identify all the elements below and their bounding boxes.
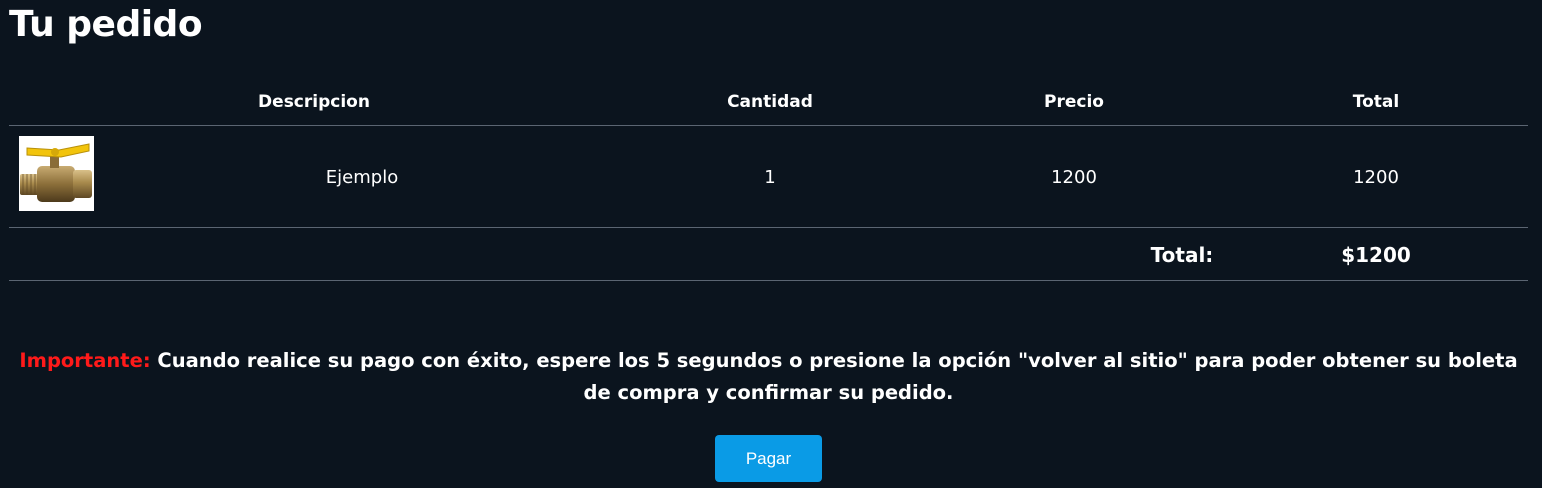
column-header-precio: Precio	[1044, 92, 1104, 112]
row-price: 1200	[1051, 167, 1097, 188]
product-image	[19, 136, 94, 211]
row-total: 1200	[1353, 167, 1399, 188]
pay-button[interactable]: Pagar	[715, 435, 822, 482]
order-total-value: $1200	[1341, 243, 1411, 267]
row-description: Ejemplo	[325, 167, 399, 188]
column-header-cantidad: Cantidad	[727, 92, 813, 112]
payment-notice: Importante: Cuando realice su pago con é…	[9, 345, 1528, 409]
notice-label: Importante:	[19, 349, 151, 372]
row-quantity: 1	[764, 167, 776, 188]
column-header-descripcion: Descripcion	[258, 92, 370, 112]
page-title: Tu pedido	[9, 4, 203, 45]
notice-text: Cuando realice su pago con éxito, espere…	[150, 349, 1518, 404]
order-total-label: Total:	[1150, 243, 1214, 267]
header-divider	[9, 125, 1528, 126]
column-header-total: Total	[1352, 92, 1400, 112]
valve-icon	[19, 136, 94, 211]
row-divider	[9, 227, 1528, 228]
summary-divider	[9, 280, 1528, 281]
